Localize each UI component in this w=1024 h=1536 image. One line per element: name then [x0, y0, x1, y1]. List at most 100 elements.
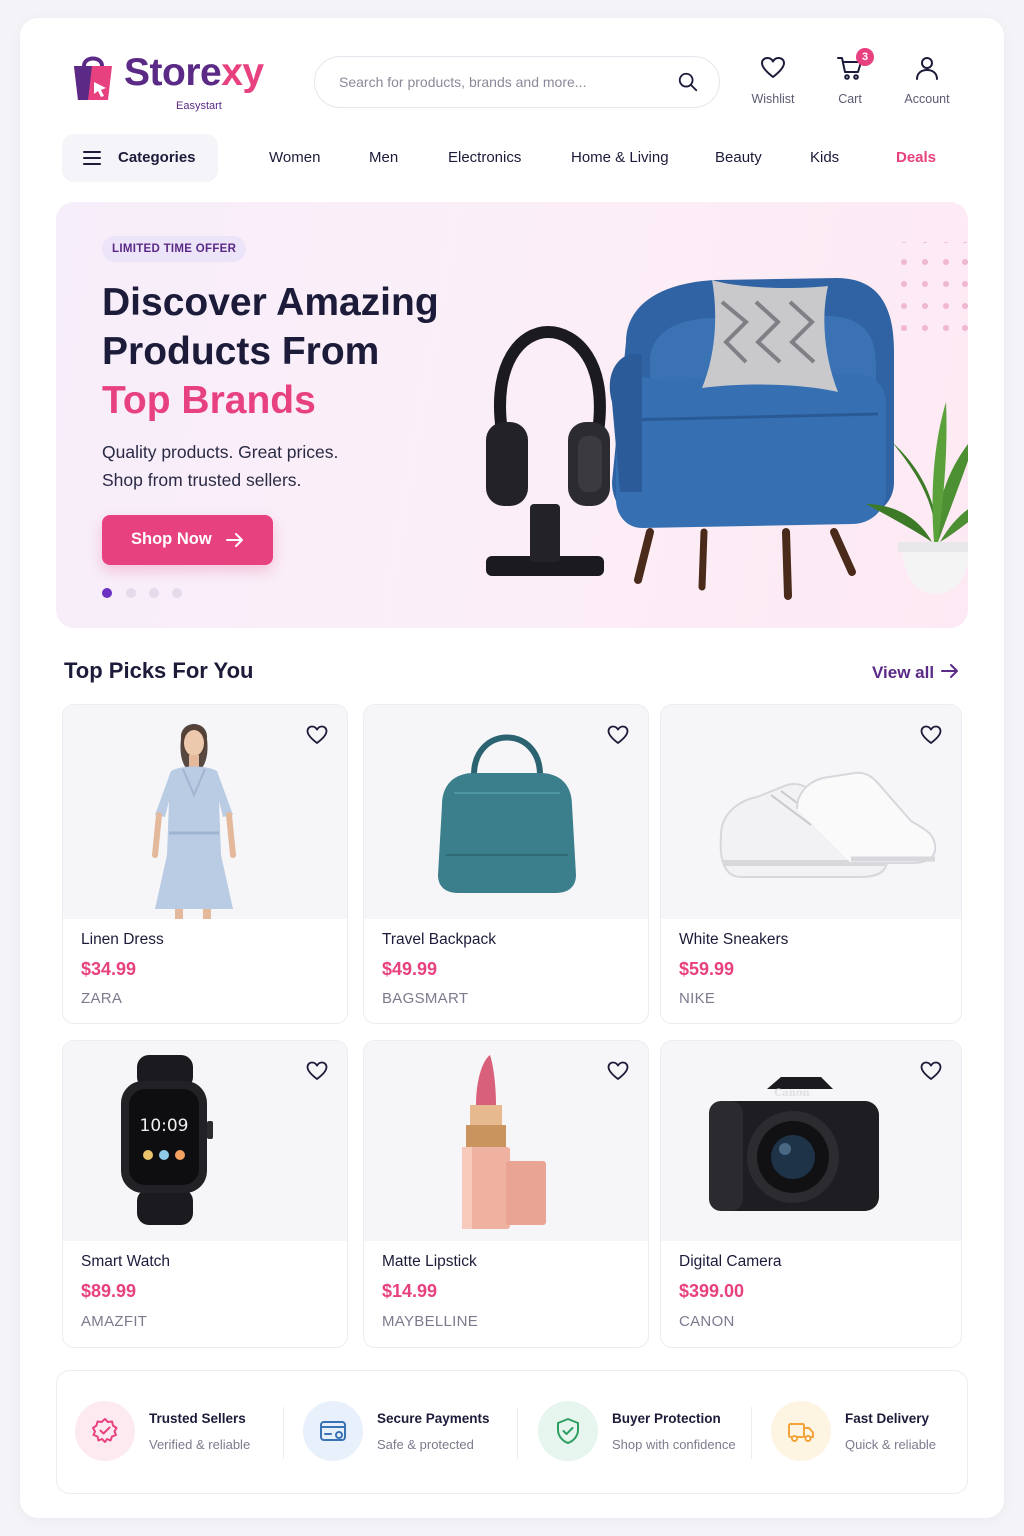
- hero-subtitle: Quality products. Great prices. Shop fro…: [102, 438, 422, 494]
- headphones-image: [486, 325, 610, 576]
- product-name: Linen Dress: [81, 931, 164, 948]
- carousel-dot-1[interactable]: [102, 588, 112, 598]
- carousel-dot-4[interactable]: [172, 588, 182, 598]
- product-price: $399.00: [679, 1281, 745, 1301]
- wishlist-heart-icon[interactable]: [919, 723, 943, 747]
- account-button[interactable]: Account: [892, 54, 962, 114]
- categories-label: Categories: [118, 149, 196, 166]
- feature-title: Secure Payments: [377, 1411, 490, 1426]
- nav-link-electronics[interactable]: Electronics: [448, 149, 521, 166]
- shop-now-button[interactable]: Shop Now: [102, 515, 273, 565]
- carousel-dot-3[interactable]: [149, 588, 159, 598]
- product-name: Travel Backpack: [382, 931, 496, 948]
- account-label: Account: [904, 92, 950, 106]
- nav-link-beauty[interactable]: Beauty: [715, 149, 762, 166]
- product-card[interactable]: Matte Lipstick $14.99 MAYBELLINE: [363, 1040, 649, 1348]
- camera-image: Canon: [709, 1077, 879, 1211]
- product-name: White Sneakers: [679, 931, 789, 948]
- hero-product-illustration: [486, 242, 968, 600]
- search-input[interactable]: [339, 70, 659, 94]
- hero-subtitle-line1: Quality products. Great prices.: [102, 442, 339, 462]
- feature-title: Trusted Sellers: [149, 1411, 246, 1426]
- divider: [751, 1407, 752, 1459]
- product-image: Canon: [661, 1041, 961, 1241]
- sneakers-image: [719, 771, 937, 878]
- product-card[interactable]: Travel Backpack $49.99 BAGSMART: [363, 704, 649, 1024]
- logo-tagline: Easystart: [176, 100, 222, 112]
- feature-subtitle: Shop with confidence: [612, 1437, 736, 1452]
- product-price: $49.99: [382, 959, 438, 979]
- cart-icon-wrap: 3: [836, 48, 874, 82]
- hamburger-icon: [83, 151, 101, 165]
- product-card[interactable]: Canon Digital Camera $399.00 CANON: [660, 1040, 962, 1348]
- carousel-dot-2[interactable]: [126, 588, 136, 598]
- product-card[interactable]: Linen Dress $34.99 ZARA: [62, 704, 348, 1024]
- shopping-bag-icon: [74, 56, 112, 100]
- arrow-right-icon: [941, 664, 959, 678]
- divider: [283, 1407, 284, 1459]
- badge-icon: [92, 1418, 118, 1443]
- product-brand: NIKE: [679, 990, 716, 1007]
- wishlist-heart-icon[interactable]: [305, 723, 329, 747]
- wishlist-heart-icon[interactable]: [606, 1059, 630, 1083]
- nav-link-home-living[interactable]: Home & Living: [571, 149, 669, 166]
- wishlist-heart-icon[interactable]: [606, 723, 630, 747]
- feature-icon-bg: [75, 1401, 135, 1461]
- arrow-right-icon: [226, 533, 243, 547]
- feature-title: Fast Delivery: [845, 1411, 930, 1426]
- nav-link-women[interactable]: Women: [269, 149, 320, 166]
- wishlist-heart-icon[interactable]: [919, 1059, 943, 1083]
- user-icon: [916, 57, 938, 80]
- shop-now-label: Shop Now: [131, 530, 212, 548]
- watch-time: 10:09: [140, 1116, 189, 1136]
- shield-icon: [557, 1418, 579, 1444]
- hero-subtitle-line2: Shop from trusted sellers.: [102, 470, 302, 490]
- feature-icon-bg: [303, 1401, 363, 1461]
- product-card[interactable]: White Sneakers $59.99 NIKE: [660, 704, 962, 1024]
- wishlist-heart-icon[interactable]: [305, 1059, 329, 1083]
- product-card[interactable]: 10:09 Smart Watch $89.99 AMAZFIT: [62, 1040, 348, 1348]
- product-name: Smart Watch: [81, 1253, 170, 1270]
- logo[interactable]: Storexy Easystart: [70, 48, 270, 112]
- dot-pattern: [901, 242, 968, 331]
- search-bar: [314, 56, 720, 108]
- top-picks-title: Top Picks For You: [64, 658, 254, 683]
- product-brand: CANON: [679, 1313, 735, 1330]
- view-all-label: View all: [872, 663, 935, 682]
- product-price: $34.99: [81, 959, 137, 979]
- feature-subtitle: Verified & reliable: [149, 1437, 251, 1452]
- cart-button[interactable]: 3 Cart: [815, 48, 885, 114]
- feature-title: Buyer Protection: [612, 1411, 721, 1426]
- product-image: [661, 705, 961, 919]
- view-all-link[interactable]: View all: [872, 662, 960, 683]
- feature-subtitle: Quick & reliable: [845, 1437, 937, 1452]
- cushion-image: [702, 280, 838, 392]
- nav-link-deals[interactable]: Deals: [896, 149, 936, 166]
- cart-label: Cart: [838, 92, 862, 106]
- product-price: $59.99: [679, 959, 735, 979]
- card-icon: [320, 1421, 346, 1441]
- product-price: $89.99: [81, 1281, 137, 1301]
- product-brand: ZARA: [81, 990, 123, 1007]
- product-name: Digital Camera: [679, 1253, 782, 1270]
- nav-link-men[interactable]: Men: [369, 149, 398, 166]
- hero-banner: LIMITED TIME OFFER Discover Amazing Prod…: [56, 202, 968, 628]
- truck-icon: [788, 1423, 814, 1442]
- feature-icon-bg: [538, 1401, 598, 1461]
- feature-subtitle: Safe & protected: [377, 1437, 474, 1452]
- nav-link-kids[interactable]: Kids: [810, 149, 839, 166]
- camera-brand-text: Canon: [774, 1088, 810, 1099]
- feature-icon-bg: [771, 1401, 831, 1461]
- product-brand: BAGSMART: [382, 990, 469, 1007]
- categories-button[interactable]: Categories: [62, 134, 218, 182]
- features-strip: Trusted Sellers Verified & reliable Secu…: [56, 1370, 968, 1494]
- wishlist-button[interactable]: Wishlist: [738, 54, 808, 114]
- product-price: $14.99: [382, 1281, 438, 1301]
- logo-wordmark: Storexy: [124, 51, 264, 94]
- product-brand: MAYBELLINE: [382, 1313, 479, 1330]
- product-brand: AMAZFIT: [81, 1313, 148, 1330]
- storefront-page: Storexy Easystart Wishlist 3 Cart Accoun…: [20, 18, 1004, 1518]
- search-icon[interactable]: [677, 71, 699, 93]
- cart-count-badge: 3: [856, 48, 874, 66]
- heart-icon: [761, 57, 785, 78]
